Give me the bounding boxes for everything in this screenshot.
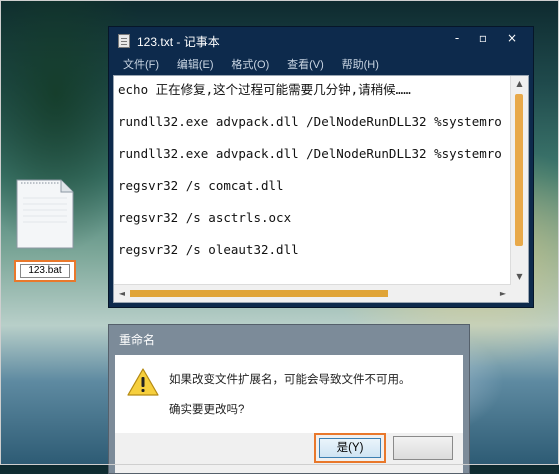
menu-file[interactable]: 文件(F) — [123, 55, 159, 75]
warning-icon — [127, 368, 159, 396]
text-line: regsvr32 /s oleaut32.dll — [118, 242, 299, 257]
maximize-button[interactable]: ▫ — [471, 29, 495, 47]
scroll-up-arrow-icon[interactable]: ▲ — [511, 76, 528, 92]
dialog-question: 确实要更改吗? — [169, 404, 245, 416]
notepad-titlebar[interactable]: 123.txt - 记事本 - ▫ × — [109, 27, 533, 55]
text-file-icon — [16, 179, 74, 249]
scroll-down-arrow-icon[interactable]: ▼ — [511, 269, 528, 285]
notepad-app-icon — [118, 34, 130, 48]
close-button[interactable]: × — [497, 29, 527, 47]
yes-button-highlight: 是(Y) — [314, 433, 386, 463]
dialog-message: 如果改变文件扩展名，可能会导致文件不可用。 — [169, 374, 411, 386]
notepad-title: 123.txt - 记事本 — [137, 35, 220, 49]
file-name-input[interactable]: 123.bat — [20, 264, 70, 278]
scroll-left-arrow-icon[interactable]: ◄ — [114, 285, 130, 302]
scrollbar-corner — [511, 285, 528, 302]
vertical-scrollbar[interactable]: ▲ ▼ — [510, 76, 528, 285]
text-line: rundll32.exe advpack.dll /DelNodeRunDLL3… — [118, 146, 502, 161]
notepad-window: 123.txt - 记事本 - ▫ × 文件(F) 编辑(E) 格式(O) 查看… — [108, 26, 534, 308]
menu-format[interactable]: 格式(O) — [231, 55, 269, 75]
horizontal-scroll-thumb[interactable] — [130, 290, 388, 297]
notepad-text-area[interactable]: echo 正在修复,这个过程可能需要几分钟,请稍候…… rundll32.exe… — [113, 75, 529, 303]
notepad-text[interactable]: echo 正在修复,这个过程可能需要几分钟,请稍候…… rundll32.exe… — [118, 78, 506, 282]
menu-help[interactable]: 帮助(H) — [342, 55, 379, 75]
dialog-body: 如果改变文件扩展名，可能会导致文件不可用。 确实要更改吗? — [115, 355, 463, 433]
menu-edit[interactable]: 编辑(E) — [177, 55, 214, 75]
rename-dialog: 重命名 如果改变文件扩展名，可能会导致文件不可用。 确实要更改吗? 是(Y) — [108, 324, 470, 474]
rename-highlight: 123.bat — [14, 260, 76, 282]
text-line: rundll32.exe advpack.dll /DelNodeRunDLL3… — [118, 114, 502, 129]
vertical-scroll-thumb[interactable] — [515, 94, 523, 246]
horizontal-scrollbar[interactable]: ◄ ► — [114, 284, 511, 302]
menu-view[interactable]: 查看(V) — [287, 55, 324, 75]
dialog-footer: 是(Y) — [115, 433, 463, 473]
text-line: regsvr32 /s asctrls.ocx — [118, 210, 292, 225]
text-line: echo 正在修复,这个过程可能需要几分钟,请稍候…… — [118, 82, 411, 97]
scroll-right-arrow-icon[interactable]: ► — [495, 285, 511, 302]
text-line: regsvr32 /s comcat.dll — [118, 178, 284, 193]
minimize-button[interactable]: - — [445, 29, 469, 47]
no-button[interactable] — [393, 436, 453, 460]
dialog-title: 重命名 — [119, 333, 156, 347]
notepad-menubar: 文件(F) 编辑(E) 格式(O) 查看(V) 帮助(H) — [113, 55, 529, 75]
yes-button[interactable]: 是(Y) — [319, 438, 381, 458]
